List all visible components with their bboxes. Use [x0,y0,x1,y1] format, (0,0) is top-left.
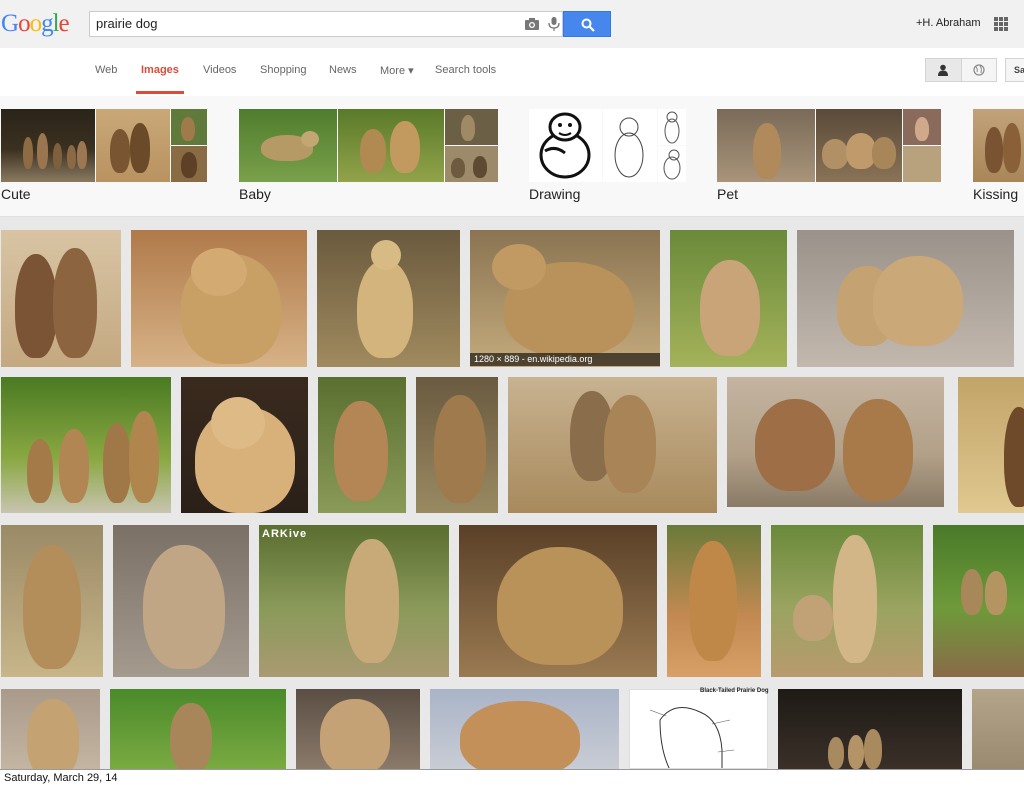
active-tab-indicator [136,91,184,94]
microphone-icon[interactable] [546,17,562,31]
tab-images[interactable]: Images [141,64,179,76]
search-icon [581,18,595,32]
image-result[interactable] [508,377,717,513]
image-result[interactable] [110,689,286,769]
search-input[interactable] [96,16,506,31]
related-thumb-cute-3[interactable] [171,109,207,145]
person-icon [938,64,948,76]
image-result[interactable] [972,689,1024,769]
related-label-pet[interactable]: Pet [717,186,738,202]
related-thumb-pet[interactable] [717,109,815,182]
footer-date: Saturday, March 29, 14 [4,772,118,784]
logo-letter: o [29,10,42,37]
image-result[interactable] [430,689,619,769]
image-result[interactable] [317,230,460,367]
image-result[interactable] [296,689,420,769]
related-thumb-pet-4[interactable] [903,146,941,182]
camera-icon[interactable] [524,17,540,31]
google-logo[interactable]: Google [1,10,70,38]
tab-search-tools[interactable]: Search tools [435,64,496,76]
prairie-dog-anatomy-diagram [649,707,735,768]
search-button[interactable] [563,11,611,37]
related-thumb-cute-2[interactable] [96,109,170,182]
image-result[interactable] [771,525,923,677]
tab-more[interactable]: More ▾ [380,64,414,77]
tab-shopping[interactable]: Shopping [260,64,307,76]
image-result[interactable] [1,525,103,677]
globe-icon [973,64,985,76]
user-name-link[interactable]: +H. Abraham [916,17,981,29]
related-label-cute[interactable]: Cute [1,186,31,202]
apps-grid-icon[interactable] [993,16,1009,32]
related-thumb-pet-2[interactable] [816,109,902,182]
image-result[interactable] [667,525,761,677]
image-result[interactable] [259,525,449,677]
related-thumb-baby-2[interactable] [338,109,444,182]
related-label-baby[interactable]: Baby [239,186,271,202]
image-result[interactable] [933,525,1024,677]
image-result[interactable] [416,377,498,513]
image-result[interactable] [131,230,307,367]
private-results-button[interactable] [926,59,962,81]
related-thumb-pet-3[interactable] [903,109,941,145]
tab-web[interactable]: Web [95,64,117,76]
image-result[interactable] [1,230,121,367]
related-thumb-cute-4[interactable] [171,146,207,182]
arkive-watermark: ARKive [262,528,308,540]
image-result[interactable] [1,377,171,513]
related-thumb-kissing[interactable] [973,109,1024,182]
safesearch-button[interactable]: Sa [1005,58,1024,82]
search-box[interactable] [89,11,563,37]
diagram-title: Black-Tailed Prairie Dog [700,688,769,694]
image-result[interactable] [470,230,660,367]
view-toggle[interactable] [925,58,997,82]
related-thumb-drawing-2[interactable] [603,109,657,182]
related-label-kissing[interactable]: Kissing [973,186,1018,202]
image-caption: 1280 × 889 - en.wikipedia.org [470,353,660,366]
related-thumb-baby[interactable] [239,109,337,182]
image-result[interactable] [797,230,1014,367]
tab-news[interactable]: News [329,64,357,76]
logo-letter: G [1,10,19,37]
image-result-diagram[interactable] [629,689,768,769]
logo-letter: g [41,10,53,37]
image-result[interactable] [318,377,406,513]
image-result[interactable] [181,377,308,513]
related-thumb-baby-3[interactable] [445,109,498,145]
logo-letter: o [18,10,30,37]
image-result[interactable] [1,689,100,769]
tab-videos[interactable]: Videos [203,64,236,76]
related-label-drawing[interactable]: Drawing [529,186,580,202]
sketch-prairie-dog-drawing [614,117,644,178]
image-result[interactable] [958,377,1024,513]
image-result[interactable] [778,689,962,769]
related-thumb-baby-4[interactable] [445,146,498,182]
related-thumb-drawing-3[interactable] [658,109,686,145]
image-result[interactable] [459,525,657,677]
cartoon-prairie-dog-drawing [539,112,591,179]
related-thumb-drawing-4[interactable] [658,146,686,182]
footer-bar [0,769,1024,789]
related-thumb-cute[interactable] [1,109,95,182]
image-result[interactable] [670,230,787,367]
image-result[interactable] [727,377,944,507]
logo-letter: e [58,10,70,37]
search-nav: Web Images Videos Shopping News More ▾ S… [0,48,1024,97]
related-thumb-drawing[interactable] [529,109,602,182]
image-result[interactable] [113,525,249,677]
global-results-button[interactable] [962,59,997,81]
